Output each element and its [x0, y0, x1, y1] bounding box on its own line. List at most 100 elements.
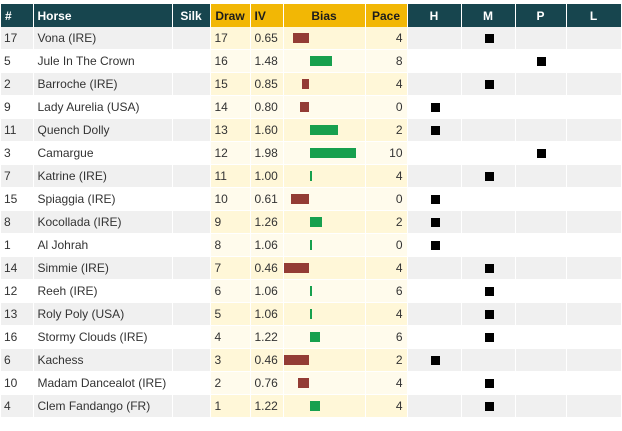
pace-style-p-cell: [515, 141, 567, 165]
table-row[interactable]: 1 Al Johrah 8 1.06 0: [1, 233, 622, 257]
pace-style-l-cell: [566, 27, 622, 50]
table-row[interactable]: 10 Madam Dancealot (IRE) 2 0.76 4: [1, 371, 622, 395]
table-row[interactable]: 5 Jule In The Crown 16 1.48 8: [1, 49, 622, 73]
bias-cell: [283, 302, 366, 326]
pace-cell: 4: [365, 302, 408, 326]
draw-cell: 1: [210, 394, 251, 418]
pace-marker-icon: [430, 195, 440, 204]
pace-style-m-cell: [461, 302, 516, 326]
table-row[interactable]: 4 Clem Fandango (FR) 1 1.22 4: [1, 394, 622, 418]
table-row[interactable]: 14 Simmie (IRE) 7 0.46 4: [1, 256, 622, 280]
table-row[interactable]: 16 Stormy Clouds (IRE) 4 1.22 6: [1, 325, 622, 349]
pace-cell: 10: [365, 141, 408, 165]
pace-marker-icon: [484, 172, 494, 181]
table-row[interactable]: 3 Camargue 12 1.98 10: [1, 141, 622, 165]
horse-name-cell: Camargue: [33, 141, 173, 165]
draw-cell: 2: [210, 371, 251, 395]
pace-style-h-cell: [407, 72, 462, 96]
bias-bar: [309, 309, 313, 319]
pace-style-l-cell: [566, 325, 622, 349]
col-header-draw[interactable]: Draw: [210, 4, 251, 27]
pace-style-l-cell: [566, 72, 622, 96]
pace-style-h-cell: [407, 118, 462, 142]
pace-style-m-cell: [461, 49, 516, 73]
draw-cell: 10: [210, 187, 251, 211]
pace-style-h-cell: [407, 371, 462, 395]
pace-style-m-cell: [461, 210, 516, 234]
pace-marker-icon: [430, 356, 440, 365]
pace-marker-icon: [430, 126, 440, 135]
pace-style-p-cell: [515, 49, 567, 73]
horse-name-cell: Reeh (IRE): [33, 279, 173, 303]
pace-style-p-cell: [515, 27, 567, 50]
pace-style-m-cell: [461, 256, 516, 280]
table-row[interactable]: 9 Lady Aurelia (USA) 14 0.80 0: [1, 95, 622, 119]
col-header-num[interactable]: #: [1, 4, 34, 27]
pace-style-h-cell: [407, 325, 462, 349]
pace-style-l-cell: [566, 279, 622, 303]
col-header-p: P: [515, 4, 567, 27]
silk-cell: [172, 187, 211, 211]
draw-cell: 14: [210, 95, 251, 119]
table-row[interactable]: 12 Reeh (IRE) 6 1.06 6: [1, 279, 622, 303]
horse-number-cell: 4: [1, 394, 34, 418]
horse-number-cell: 7: [1, 164, 34, 188]
table-row[interactable]: 7 Katrine (IRE) 11 1.00 4: [1, 164, 622, 188]
horse-name-cell: Barroche (IRE): [33, 72, 173, 96]
bias-cell: [283, 118, 366, 142]
iv-cell: 1.06: [250, 279, 284, 303]
pace-style-l-cell: [566, 302, 622, 326]
bias-bar: [284, 263, 310, 273]
table-row[interactable]: 11 Quench Dolly 13 1.60 2: [1, 118, 622, 142]
pace-style-l-cell: [566, 348, 622, 372]
horse-number-cell: 8: [1, 210, 34, 234]
col-header-horse[interactable]: Horse: [33, 4, 173, 27]
pace-style-m-cell: [461, 233, 516, 257]
silk-cell: [172, 371, 211, 395]
table-row[interactable]: 15 Spiaggia (IRE) 10 0.61 0: [1, 187, 622, 211]
draw-cell: 3: [210, 348, 251, 372]
table-row[interactable]: 2 Barroche (IRE) 15 0.85 4: [1, 72, 622, 96]
pace-marker-icon: [484, 402, 494, 411]
iv-cell: 0.80: [250, 95, 284, 119]
pace-style-h-cell: [407, 49, 462, 73]
pace-style-l-cell: [566, 49, 622, 73]
pace-style-l-cell: [566, 95, 622, 119]
draw-cell: 12: [210, 141, 251, 165]
pace-style-p-cell: [515, 348, 567, 372]
iv-cell: 0.76: [250, 371, 284, 395]
silk-cell: [172, 233, 211, 257]
pace-marker-icon: [484, 80, 494, 89]
col-header-pace[interactable]: Pace: [365, 4, 408, 27]
pace-style-m-cell: [461, 348, 516, 372]
table-row[interactable]: 13 Roly Poly (USA) 5 1.06 4: [1, 302, 622, 326]
pace-marker-icon: [484, 264, 494, 273]
table-row[interactable]: 17 Vona (IRE) 17 0.65 4: [1, 27, 622, 50]
silk-cell: [172, 256, 211, 280]
table-row[interactable]: 6 Kachess 3 0.46 2: [1, 348, 622, 372]
bias-cell: [283, 141, 366, 165]
pace-style-h-cell: [407, 233, 462, 257]
table-row[interactable]: 8 Kocollada (IRE) 9 1.26 2: [1, 210, 622, 234]
pace-style-h-cell: [407, 141, 462, 165]
horse-name-cell: Spiaggia (IRE): [33, 187, 173, 211]
bias-cell: [283, 348, 366, 372]
pace-cell: 4: [365, 164, 408, 188]
horse-name-cell: Kocollada (IRE): [33, 210, 173, 234]
col-header-iv[interactable]: IV: [250, 4, 284, 27]
horse-name-cell: Katrine (IRE): [33, 164, 173, 188]
iv-cell: 1.06: [250, 233, 284, 257]
pace-style-m-cell: [461, 325, 516, 349]
pace-marker-icon: [430, 218, 440, 227]
pace-cell: 4: [365, 371, 408, 395]
horse-name-cell: Vona (IRE): [33, 27, 173, 50]
iv-cell: 1.06: [250, 302, 284, 326]
silk-cell: [172, 49, 211, 73]
pace-marker-icon: [484, 34, 494, 43]
race-table: # Horse Silk Draw IV Bias Pace H M P L 1…: [1, 4, 622, 418]
col-header-bias[interactable]: Bias: [283, 4, 366, 27]
pace-style-h-cell: [407, 256, 462, 280]
iv-cell: 1.22: [250, 394, 284, 418]
pace-style-m-cell: [461, 164, 516, 188]
pace-cell: 0: [365, 187, 408, 211]
